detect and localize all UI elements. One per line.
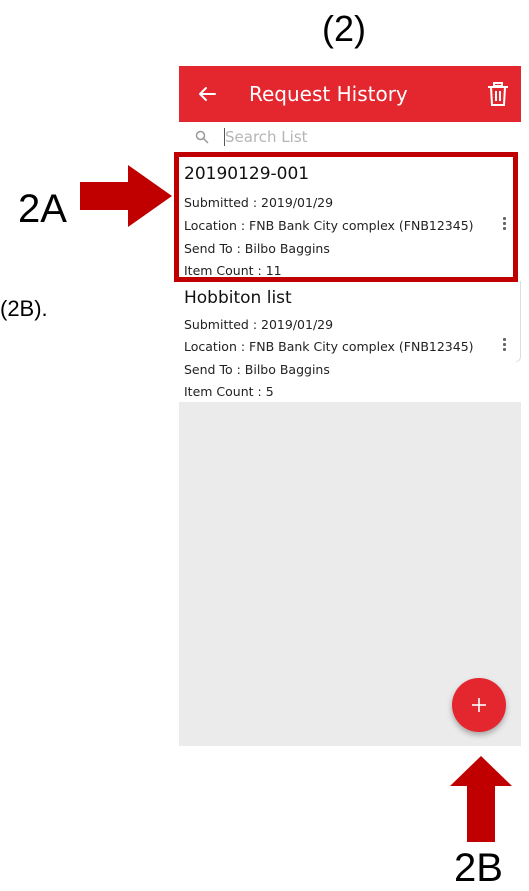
annotation-arrow-2b <box>450 756 512 842</box>
annotation-arrow-2a <box>80 165 172 227</box>
arrow-left-icon[interactable] <box>197 84 217 104</box>
search-input[interactable] <box>225 128 485 146</box>
annotation-label-2b: 2B <box>454 846 503 890</box>
scrollbar[interactable] <box>516 281 521 362</box>
item-location: Location : FNB Bank City complex (FNB123… <box>184 339 474 354</box>
item-send-to: Send To : Bilbo Baggins <box>184 362 330 377</box>
search-bar <box>179 122 521 152</box>
add-request-button[interactable] <box>452 678 506 732</box>
highlight-box-2a <box>174 152 518 282</box>
plus-icon <box>472 698 486 712</box>
annotation-text-2b: (2B). <box>0 296 48 321</box>
page-title: Request History <box>249 82 408 106</box>
search-icon <box>195 130 209 144</box>
trash-icon[interactable] <box>487 82 509 106</box>
annotation-label-2: (2) <box>322 8 366 49</box>
item-count: Item Count : 5 <box>184 384 274 399</box>
item-title: Hobbiton list <box>184 288 292 308</box>
list-item[interactable]: Hobbiton list Submitted : 2019/01/29 Loc… <box>179 281 521 399</box>
annotation-label-2a: 2A <box>18 187 67 231</box>
text-caret <box>224 128 225 146</box>
item-submitted: Submitted : 2019/01/29 <box>184 317 334 332</box>
more-options-icon[interactable] <box>503 338 507 352</box>
app-bar: Request History <box>179 66 521 122</box>
